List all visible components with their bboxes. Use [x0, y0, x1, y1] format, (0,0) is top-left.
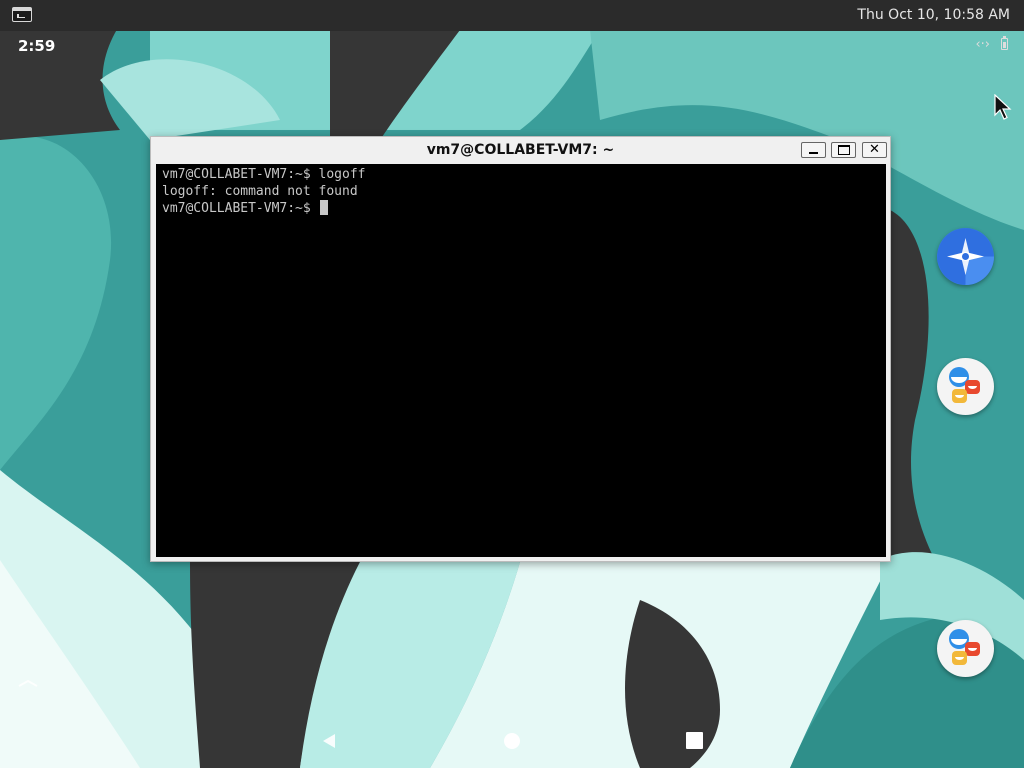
close-icon: ✕ — [869, 142, 880, 157]
terminal-window[interactable]: vm7@COLLABET-VM7: ~ ✕ vm7@COLLABET-VM7:~… — [150, 136, 891, 562]
chevron-up-icon[interactable] — [18, 678, 38, 688]
battery-icon — [1001, 36, 1008, 50]
terminal-line: vm7@COLLABET-VM7:~$ logoff — [162, 167, 366, 182]
text-cursor — [319, 200, 328, 215]
terminal-line: logoff: command not found — [162, 183, 358, 199]
back-icon[interactable] — [321, 733, 337, 749]
window-titlebar[interactable]: vm7@COLLABET-VM7: ~ ✕ — [151, 137, 890, 164]
window-title: vm7@COLLABET-VM7: ~ — [426, 142, 615, 158]
chat-app-shortcut[interactable] — [937, 358, 994, 415]
terminal-output[interactable]: vm7@COLLABET-VM7:~$ logoff logoff: comma… — [156, 164, 886, 557]
terminal-icon[interactable] — [12, 7, 32, 22]
top-panel: Thu Oct 10, 10:58 AM — [0, 0, 1024, 31]
maximize-icon — [838, 145, 850, 155]
recents-icon[interactable] — [686, 732, 703, 749]
chat-app-shortcut[interactable] — [937, 620, 994, 677]
terminal-prompt-line[interactable]: vm7@COLLABET-VM7:~$ — [162, 200, 886, 218]
chat-icon — [949, 367, 980, 403]
maximize-button[interactable] — [831, 142, 856, 158]
minimize-button[interactable] — [801, 142, 826, 158]
terminal-prompt: vm7@COLLABET-VM7:~$ — [162, 201, 319, 216]
compass-icon — [937, 228, 994, 285]
home-icon[interactable] — [504, 733, 520, 749]
chat-icon — [949, 629, 980, 665]
panel-clock[interactable]: Thu Oct 10, 10:58 AM — [857, 7, 1010, 23]
status-icons: ‹·› — [968, 36, 1008, 53]
compass-app-shortcut[interactable] — [937, 228, 994, 285]
mouse-cursor-icon — [994, 94, 1012, 120]
close-button[interactable]: ✕ — [862, 142, 887, 158]
status-bar-time: 2:59 — [18, 37, 56, 55]
link-icon: ‹·› — [975, 37, 990, 52]
minimize-icon — [809, 152, 818, 154]
